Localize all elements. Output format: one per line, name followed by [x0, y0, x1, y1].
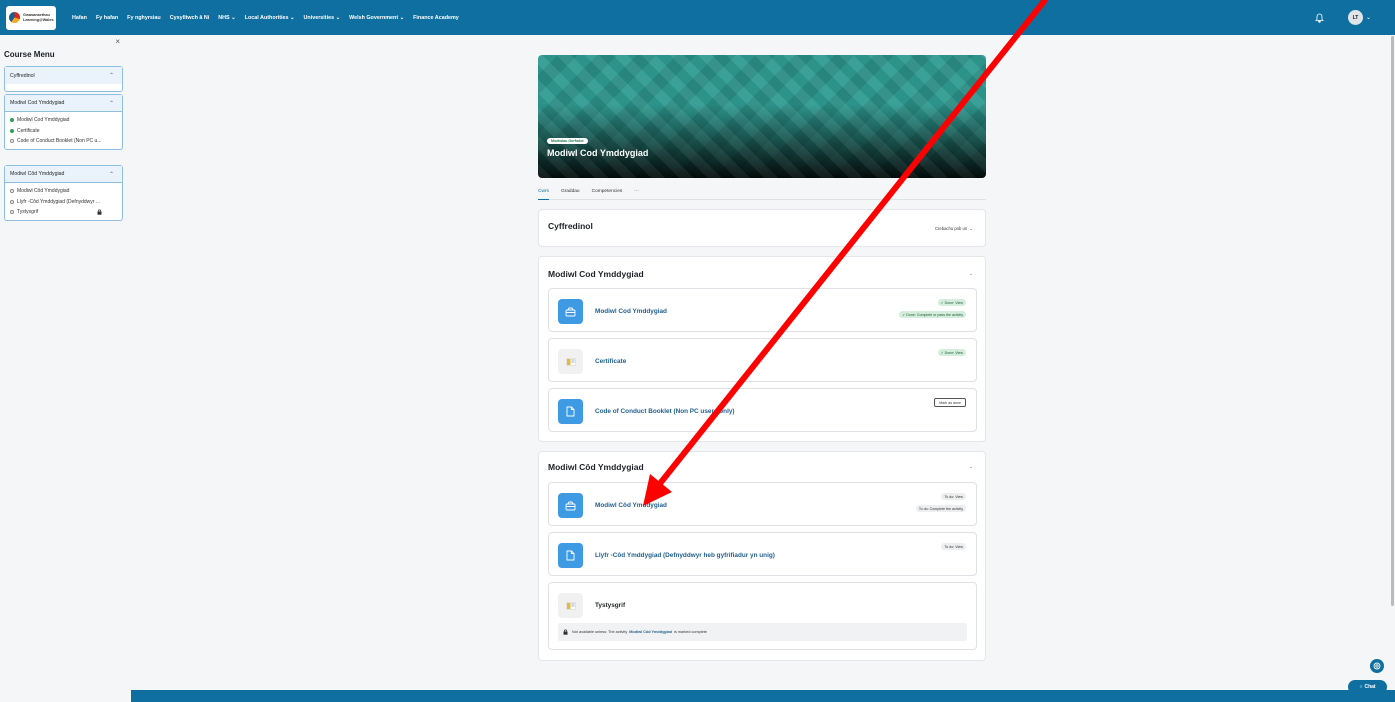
activity-link[interactable]: Modiwl Cod Ymddygiad [595, 308, 667, 315]
course-menu-drawer: × Course Menu Cyffredinol ⌃ Modiwl Cod Y… [0, 35, 130, 702]
course-tabs: Cwrs Graddau Competencies ··· [538, 184, 986, 200]
scorm-package-icon [558, 493, 583, 518]
incomplete-dot-icon [10, 139, 14, 144]
course-title: Modiwl Cod Ymddygiad [547, 148, 649, 158]
chevron-up-icon: ⌃ [108, 171, 114, 178]
tab-more[interactable]: ··· [634, 184, 639, 200]
activity-card[interactable]: Tystysgrif Not available unless: The act… [548, 582, 977, 650]
completion-badge: To do: View [941, 543, 966, 550]
course-menu-title: Course Menu [4, 50, 55, 59]
completion-badge: ✓ Done: Complete or pass the activity [899, 311, 966, 318]
activity-card[interactable]: Code of Conduct Booklet (Non PC users on… [548, 388, 977, 432]
activity-card[interactable]: Certificate ✓ Done: View [548, 338, 977, 382]
lock-icon [97, 209, 102, 217]
course-menu-item[interactable]: Tystysgrif [5, 207, 122, 218]
logo-mark-icon [9, 12, 20, 23]
mark-as-done-button[interactable]: Mark as done [934, 398, 966, 407]
activity-link[interactable]: Certificate [595, 358, 626, 365]
logo-line1: Gwasanaethau [23, 12, 50, 17]
logo-line2: Learning@Wales [23, 17, 54, 22]
nav-link-fy-hafan[interactable]: Fy hafan [96, 15, 118, 21]
section-modiwl-cod-cy: Modiwl Côd Ymddygiad ⌄ Modiwl Côd Ymddyg… [538, 451, 986, 661]
chat-bubble-icon: ○ [1359, 684, 1363, 690]
section-title: Modiwl Côd Ymddygiad [548, 462, 644, 472]
restriction-activity-link[interactable]: Modiwl Côd Ymddygiad [629, 630, 672, 634]
primary-nav: Hafan Fy hafan Fy nghyrsiau Cysylltwch â… [72, 15, 468, 21]
tab-competencies[interactable]: Competencies [592, 184, 623, 200]
top-navbar: Gwasanaethau Learning@Wales Hafan Fy haf… [0, 0, 1395, 35]
bell-icon[interactable] [1314, 12, 1326, 24]
scorm-package-icon [558, 299, 583, 324]
tab-graddau[interactable]: Graddau [561, 184, 580, 200]
course-menu-item[interactable]: Modiwl Côd Ymddygiad [5, 186, 122, 197]
nav-link-hafan[interactable]: Hafan [72, 15, 87, 21]
nav-link-cysylltwch[interactable]: Cysylltwch â Ni [170, 15, 210, 21]
file-icon [558, 399, 583, 424]
activity-link[interactable]: Llyfr -Côd Ymddygiad (Defnyddwyr heb gyf… [595, 552, 775, 559]
restriction-notice: Not available unless: The activity Modiw… [558, 623, 967, 641]
incomplete-dot-icon [10, 210, 14, 215]
chevron-up-icon: ⌃ [108, 73, 114, 79]
activity-link[interactable]: Code of Conduct Booklet (Non PC users on… [595, 408, 735, 415]
close-icon[interactable]: × [115, 37, 120, 46]
certificate-icon [558, 593, 583, 618]
nav-link-finance-academy[interactable]: Finance Academy [413, 15, 459, 21]
course-menu-section-header[interactable]: Modiwl Cod Ymddygiad ⌃ [5, 95, 122, 112]
nav-link-local-authorities[interactable]: Local Authorities ⌄ [245, 15, 295, 21]
page-footer [131, 690, 1395, 702]
chevron-down-icon[interactable]: ⌄ [969, 464, 973, 470]
chevron-down-icon[interactable]: ⌄ [1366, 14, 1371, 21]
nav-link-nhs[interactable]: NHS ⌄ [218, 15, 235, 21]
completion-badge: To do: Complete the activity [915, 505, 966, 512]
course-menu-section: Cyffredinol ⌃ [4, 66, 123, 92]
course-menu-item[interactable]: Code of Conduct Booklet (Non PC u... [5, 136, 122, 147]
course-menu-section: Modiwl Cod Ymddygiad ⌃ Modiwl Cod Ymddyg… [4, 94, 123, 150]
completed-dot-icon [10, 118, 14, 123]
course-menu-section-header[interactable]: Modiwl Côd Ymddygiad ⌃ [5, 166, 122, 183]
lock-icon [563, 629, 568, 636]
help-icon[interactable] [1370, 659, 1384, 673]
activity-link[interactable]: Modiwl Côd Ymddygiad [595, 502, 667, 509]
collapse-all-link[interactable]: Crebachu pob un ⌄ [935, 226, 973, 231]
nav-link-universities[interactable]: Universities ⌄ [304, 15, 341, 21]
completion-badge: To do: View [941, 493, 966, 500]
file-icon [558, 543, 583, 568]
incomplete-dot-icon [10, 199, 14, 204]
incomplete-dot-icon [10, 189, 14, 194]
chevron-down-icon[interactable]: ⌄ [969, 271, 973, 277]
site-logo[interactable]: Gwasanaethau Learning@Wales [6, 5, 56, 30]
course-menu-item[interactable]: Modiwl Cod Ymddygiad [5, 115, 122, 126]
section-modiwl-cod: Modiwl Cod Ymddygiad ⌄ Modiwl Cod Ymddyg… [538, 256, 986, 442]
course-header-image: Modiwlau Gorfodol Modiwl Cod Ymddygiad [538, 55, 986, 178]
activity-card[interactable]: Modiwl Côd Ymddygiad To do: View To do: … [548, 482, 977, 526]
nav-link-welsh-government[interactable]: Welsh Government ⌄ [349, 15, 404, 21]
course-menu-item[interactable]: Llyfr -Côd Ymddygiad (Defnyddwyr ... [5, 197, 122, 208]
nav-link-fy-nghyrsiau[interactable]: Fy nghyrsiau [127, 15, 161, 21]
course-menu-section: Modiwl Côd Ymddygiad ⌃ Modiwl Côd Ymddyg… [4, 165, 123, 221]
tab-cwrs[interactable]: Cwrs [538, 184, 549, 200]
course-menu-item[interactable]: Certificate [5, 126, 122, 137]
completed-dot-icon [10, 128, 14, 133]
section-title: Modiwl Cod Ymddygiad [548, 269, 644, 279]
chat-button[interactable]: ○ Chat [1348, 680, 1387, 694]
page-scrollbar[interactable] [1391, 36, 1394, 606]
section-general: Cyffredinol Crebachu pob un ⌄ [538, 209, 986, 247]
certificate-icon [558, 349, 583, 374]
course-menu-section-header[interactable]: Cyffredinol ⌃ [5, 67, 122, 84]
activity-name: Tystysgrif [595, 602, 626, 609]
completion-badge: ✓ Done: View [937, 349, 966, 356]
completion-badge: ✓ Done: View [937, 299, 966, 306]
activity-card[interactable]: Modiwl Cod Ymddygiad ✓ Done: View ✓ Done… [548, 288, 977, 332]
user-avatar[interactable]: LT [1347, 10, 1363, 25]
course-category-badge: Modiwlau Gorfodol [547, 138, 588, 144]
chevron-up-icon: ⌃ [108, 100, 114, 107]
section-title: Cyffredinol [548, 221, 593, 231]
activity-card[interactable]: Llyfr -Côd Ymddygiad (Defnyddwyr heb gyf… [548, 532, 977, 576]
